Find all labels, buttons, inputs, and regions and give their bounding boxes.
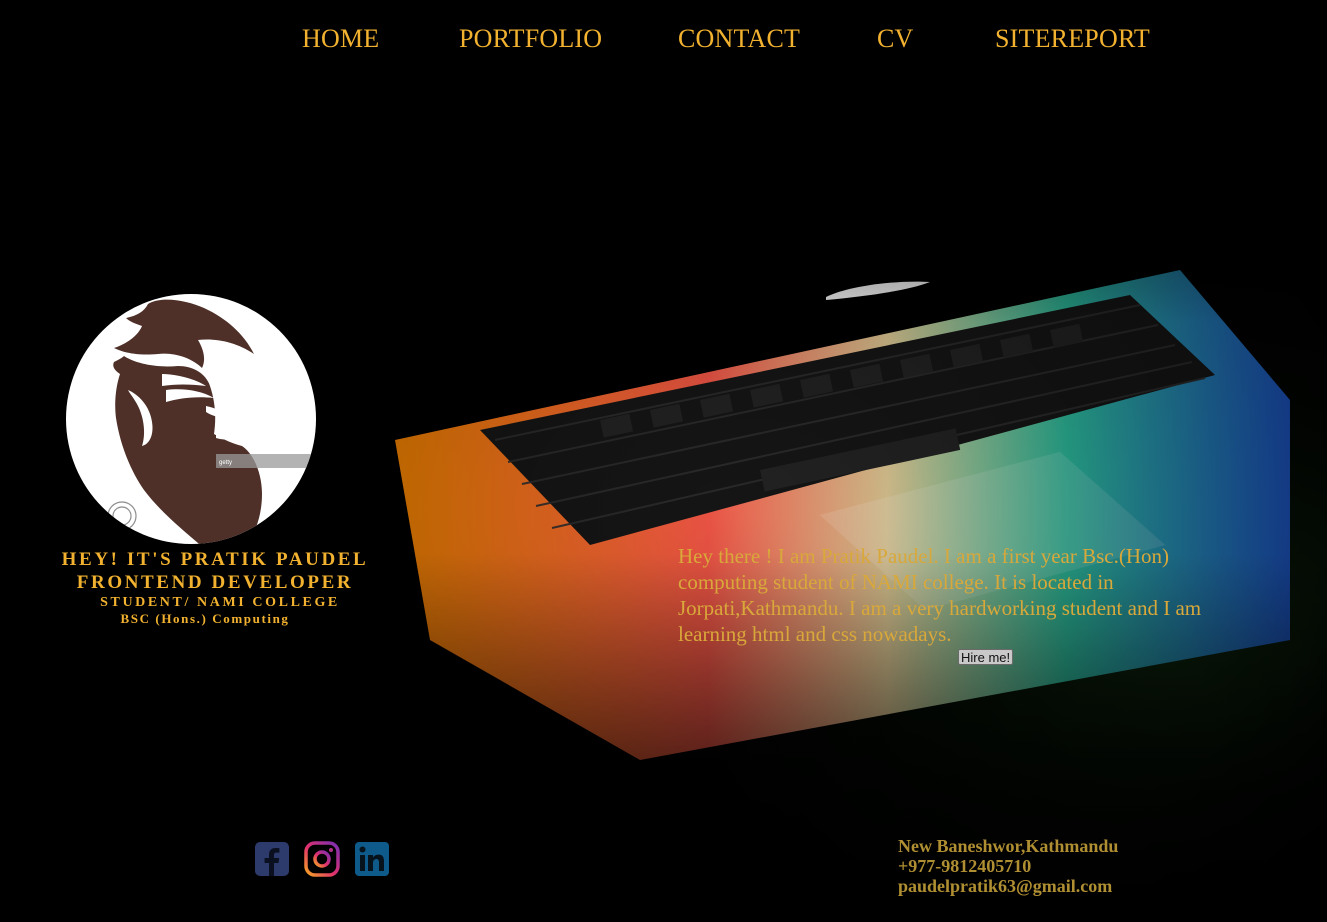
- contact-email: paudelpratik63@gmail.com: [898, 876, 1113, 896]
- contact-info: New Baneshwor,Kathmandu +977-9812405710 …: [898, 836, 1228, 896]
- nav-sitereport[interactable]: SITEREPORT: [995, 24, 1150, 54]
- linkedin-icon[interactable]: [354, 841, 390, 877]
- profile-role: FRONTEND DEVELOPER: [76, 572, 354, 593]
- nav-contact[interactable]: CONTACT: [678, 24, 800, 54]
- bearded-man-logo-icon: getty: [107, 299, 316, 544]
- contact-phone: +977-9812405710: [898, 856, 1032, 876]
- profile-greeting: HEY! IT'S PRATIK PAUDEL: [61, 549, 369, 570]
- watermark-text: getty: [219, 460, 232, 466]
- hire-me-button[interactable]: Hire me!: [958, 649, 1014, 665]
- instagram-icon[interactable]: [304, 841, 340, 877]
- profile-college: STUDENT/ NAMI COLLEGE: [100, 595, 340, 610]
- profile-course: BSC (Hons.) Computing: [120, 611, 290, 626]
- facebook-icon[interactable]: [254, 841, 290, 877]
- nav-home[interactable]: HOME: [302, 24, 379, 54]
- nav-portfolio[interactable]: PORTFOLIO: [459, 24, 602, 54]
- main-nav: HOME PORTFOLIO CONTACT CV SITEREPORT: [0, 24, 1327, 56]
- avatar: getty: [66, 294, 316, 544]
- nav-cv[interactable]: CV: [877, 24, 914, 54]
- profile-intro: HEY! IT'S PRATIK PAUDEL FRONTEND DEVELOP…: [40, 548, 390, 627]
- about-text: Hey there ! I am Pratik Paudel. I am a f…: [678, 544, 1202, 646]
- contact-address: New Baneshwor,Kathmandu: [898, 836, 1119, 856]
